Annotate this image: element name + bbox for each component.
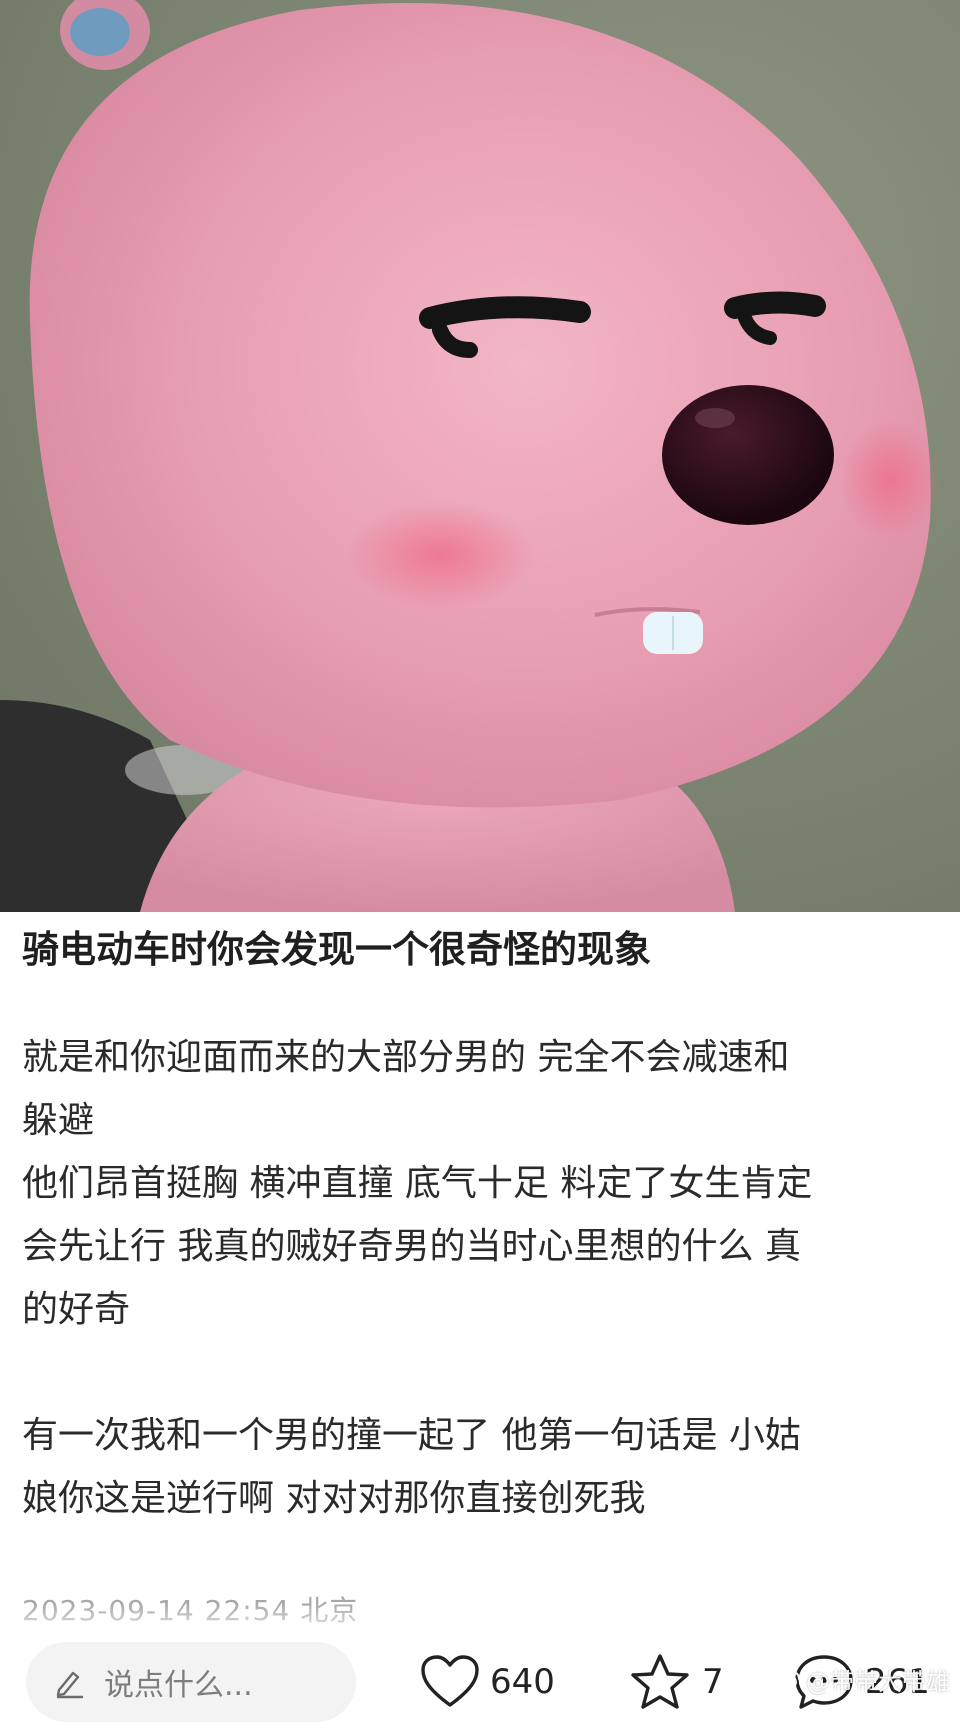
watermark-text: @带带大带雄: [806, 1668, 950, 1696]
post-detail-page: 骑电动车时你会发现一个很奇怪的现象 就是和你迎面而来的大部分男的 完全不会减速和…: [0, 0, 960, 1735]
weibo-watermark: @带带大带雄: [774, 1662, 950, 1697]
post-body-line: 就是和你迎面而来的大部分男的 完全不会减速和: [22, 1037, 790, 1078]
post-body-line: 的好奇: [22, 1289, 131, 1330]
weibo-icon: [775, 1670, 800, 1690]
post-body-line: 躲避: [22, 1100, 95, 1141]
post-body-line: 有一次我和一个男的撞一起了 他第一句话是 小姑: [22, 1415, 801, 1456]
post-body-line: 会先让行 我真的贼好奇男的当时心里想的什么 真: [22, 1226, 801, 1267]
like-count: 640: [490, 1662, 555, 1702]
comment-input-placeholder: 说点什么...: [104, 1668, 253, 1703]
favorite-count: 7: [702, 1662, 724, 1702]
post-body-line: [22, 1341, 938, 1404]
post-body-line: 娘你这是逆行啊 对对对那你直接创死我: [22, 1478, 646, 1519]
pen-icon: [56, 1671, 84, 1699]
post-body-line: 他们昂首挺胸 横冲直撞 底气十足 料定了女生肯定: [22, 1163, 813, 1204]
like-button[interactable]: 640: [420, 1648, 555, 1716]
post-body: 就是和你迎面而来的大部分男的 完全不会减速和 躲避 他们昂首挺胸 横冲直撞 底气…: [22, 1026, 938, 1530]
star-icon: [631, 1654, 689, 1709]
favorite-button[interactable]: 7: [628, 1648, 724, 1716]
bottom-fade: [0, 1604, 960, 1640]
post-title: 骑电动车时你会发现一个很奇怪的现象: [22, 928, 651, 971]
post-image[interactable]: [0, 0, 960, 912]
pink-beaver-illustration: [0, 0, 940, 912]
comment-input[interactable]: 说点什么...: [26, 1642, 356, 1722]
heart-icon: [421, 1655, 479, 1707]
